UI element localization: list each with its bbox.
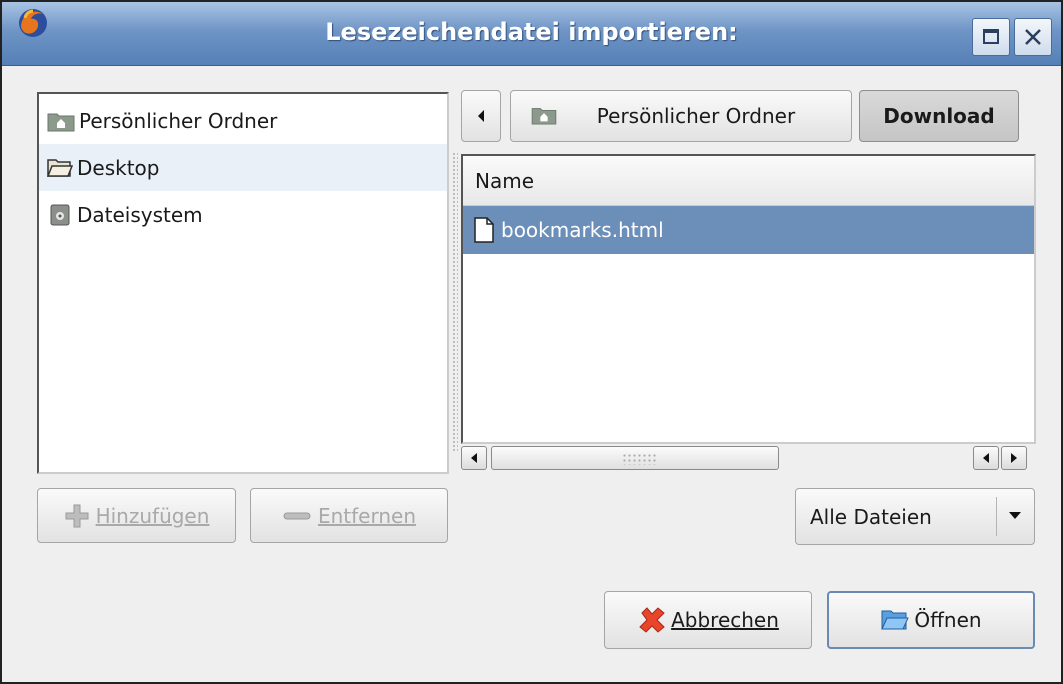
file-row[interactable]: bookmarks.html xyxy=(463,206,1034,254)
scroll-right-button[interactable] xyxy=(1001,446,1027,470)
grip-dots xyxy=(622,453,658,465)
maximize-button[interactable] xyxy=(972,18,1010,56)
cancel-button[interactable]: Abbrechen xyxy=(604,591,812,649)
arrow-left-icon xyxy=(983,453,989,463)
path-crumb-label: Persönlicher Ordner xyxy=(596,104,796,128)
place-item-home[interactable]: Persönlicher Ordner xyxy=(39,97,447,144)
plus-icon xyxy=(65,504,89,527)
cancel-button-label: Abbrechen xyxy=(671,608,779,632)
column-header-label: Name xyxy=(475,168,535,193)
place-item-filesystem[interactable]: Dateisystem xyxy=(39,191,447,238)
remove-bookmark-button[interactable]: Entfernen xyxy=(250,488,448,543)
minus-icon xyxy=(283,512,311,519)
folder-open-icon xyxy=(881,610,910,630)
home-folder-icon xyxy=(47,113,75,131)
add-button-label: Hinzufügen xyxy=(95,503,210,528)
file-list: Name bookmarks.html xyxy=(461,154,1036,444)
maximize-icon xyxy=(983,29,999,44)
file-filter-select[interactable]: Alle Dateien xyxy=(795,488,1035,545)
file-dialog-window: Lesezeichendatei importieren: Persönlich… xyxy=(0,0,1063,684)
arrow-left-icon xyxy=(478,110,484,122)
horizontal-scrollbar[interactable] xyxy=(461,444,1036,472)
column-header-name[interactable]: Name xyxy=(463,156,1034,206)
remove-button-label: Entfernen xyxy=(317,503,417,528)
close-icon xyxy=(1025,29,1041,45)
filter-selected-value: Alle Dateien xyxy=(810,504,932,529)
close-button[interactable] xyxy=(1014,18,1052,56)
scroll-left-button-end[interactable] xyxy=(973,446,999,470)
open-button-label: Öffnen xyxy=(914,608,982,632)
arrow-right-icon xyxy=(1011,453,1017,463)
folder-open-icon xyxy=(47,158,73,177)
arrow-left-icon xyxy=(471,453,477,463)
add-bookmark-button[interactable]: Hinzufügen xyxy=(37,488,236,543)
file-name: bookmarks.html xyxy=(501,218,664,242)
home-folder-icon xyxy=(531,108,557,125)
cancel-icon xyxy=(639,607,665,633)
open-button[interactable]: Öffnen xyxy=(827,591,1035,649)
place-label: Desktop xyxy=(77,155,160,180)
place-item-desktop[interactable]: Desktop xyxy=(39,144,447,191)
path-back-button[interactable] xyxy=(461,90,501,142)
places-sidebar: Persönlicher Ordner Desktop Dateisystem xyxy=(37,92,449,474)
path-crumb-label: Download xyxy=(883,104,995,128)
window-title: Lesezeichendatei importieren: xyxy=(325,18,738,46)
document-icon xyxy=(474,217,494,243)
dropdown-separator xyxy=(996,497,997,536)
scroll-left-button[interactable] xyxy=(461,446,487,470)
path-crumb-home[interactable]: Persönlicher Ordner xyxy=(510,90,852,142)
scroll-thumb[interactable] xyxy=(491,446,779,470)
title-bar[interactable]: Lesezeichendatei importieren: xyxy=(2,2,1061,66)
drive-icon xyxy=(50,204,70,225)
path-crumb-download[interactable]: Download xyxy=(859,90,1019,142)
chevron-down-icon xyxy=(1009,512,1021,519)
place-label: Persönlicher Ordner xyxy=(79,108,278,133)
pane-divider-handle[interactable] xyxy=(452,152,458,452)
place-label: Dateisystem xyxy=(77,202,203,227)
